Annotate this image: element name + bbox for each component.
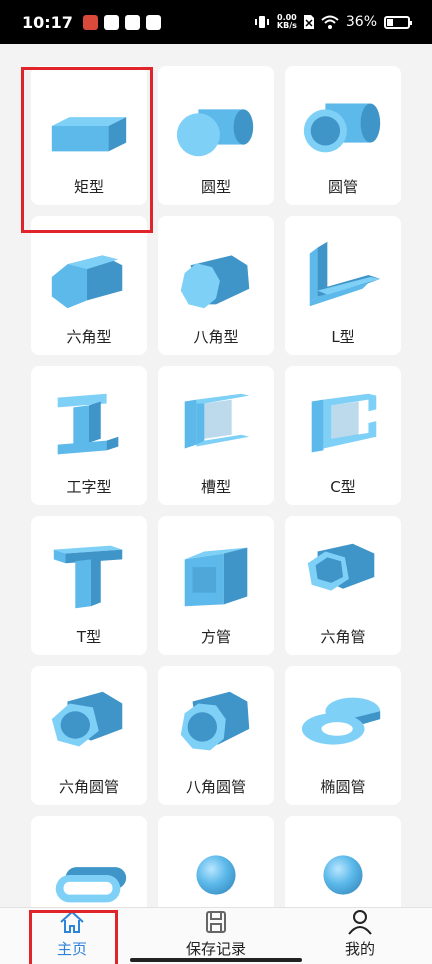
- shape-card-label: 工字型: [66, 478, 112, 496]
- round-tube-icon: [303, 103, 381, 153]
- shape-card-9[interactable]: T型: [31, 516, 147, 655]
- shape-card-2[interactable]: 圆管: [285, 66, 401, 205]
- shape-card-label: 圆管: [327, 178, 358, 196]
- no-sim-icon: [303, 15, 314, 29]
- home-icon: [60, 910, 84, 933]
- shape-card-label: 六角型: [66, 328, 112, 346]
- shape-card-label: 矩型: [73, 178, 104, 196]
- shape-card-label: 六角管: [320, 628, 366, 646]
- i-beam-icon: [57, 393, 119, 455]
- battery-percent: 36%: [345, 14, 377, 30]
- shape-card-label: 八角圆管: [185, 778, 246, 796]
- shape-card-label: L型: [331, 328, 355, 346]
- shape-card-1[interactable]: 圆型: [158, 66, 274, 205]
- shape-card-8[interactable]: C型: [285, 366, 401, 505]
- square-tube-icon: [184, 547, 248, 607]
- shape-card-label: 八角型: [193, 328, 239, 346]
- notification-icons: [82, 14, 161, 30]
- hexagon-bar-icon: [51, 255, 123, 309]
- user-icon: [348, 910, 372, 935]
- wifi-icon: [321, 15, 339, 29]
- shape-card-12[interactable]: 六角圆管: [31, 666, 147, 805]
- nav-mine-label: 我的: [344, 940, 375, 958]
- shape-card-label: T型: [76, 628, 102, 646]
- nav-records-label: 保存记录: [185, 940, 246, 958]
- network-speed: 0.00 KB/s: [277, 14, 297, 30]
- mail-notification-icon: [103, 14, 119, 30]
- shape-card-11[interactable]: 六角管: [285, 516, 401, 655]
- network-speed-unit: KB/s: [276, 21, 297, 30]
- round-bar-icon: [176, 109, 254, 157]
- nav-mine[interactable]: 我的: [288, 908, 432, 964]
- battery-icon: [384, 15, 412, 29]
- battery-fill: [387, 18, 394, 26]
- status-right: 0.00 KB/s 36%: [254, 14, 412, 30]
- shape-card-14[interactable]: 椭圆管: [285, 666, 401, 805]
- shape-grid: 矩型 圆型 圆管六角型 八角型 L型工字型 槽型 C型 T型 方管 六角管六角圆管 八角圆管 椭圆管: [31, 66, 401, 955]
- home-indicator: [130, 958, 302, 962]
- c-profile-icon: [311, 393, 377, 453]
- nav-home[interactable]: 主页: [0, 908, 144, 964]
- shape-card-label: C型: [330, 478, 356, 496]
- hexagon-round-tube-icon: [51, 691, 123, 747]
- bottom-nav: 主页 保存记录 我的: [0, 907, 432, 964]
- nav-home-label: 主页: [56, 940, 87, 958]
- status-bar: 10:17 0.00 KB/s 36%: [0, 0, 432, 44]
- t-profile-icon: [53, 545, 123, 609]
- shape-card-label: 椭圆管: [320, 778, 366, 796]
- save-icon: [206, 911, 226, 933]
- l-profile-icon: [309, 241, 381, 307]
- shape-card-label: 六角圆管: [58, 778, 119, 796]
- link-notification-icon: [124, 14, 140, 30]
- vibrate-icon: [254, 16, 269, 28]
- calendar-notification-icon: [145, 14, 161, 30]
- octagon-bar-icon: [180, 255, 250, 309]
- shape-card-7[interactable]: 槽型: [158, 366, 274, 505]
- rectangle-bar-icon: [51, 117, 127, 152]
- app-notification-icon: [82, 14, 98, 30]
- shape-card-10[interactable]: 方管: [158, 516, 274, 655]
- hexagon-tube-icon: [307, 543, 375, 591]
- shape-card-6[interactable]: 工字型: [31, 366, 147, 505]
- channel-icon: [184, 393, 250, 449]
- shape-card-13[interactable]: 八角圆管: [158, 666, 274, 805]
- shape-card-0[interactable]: 矩型: [31, 66, 147, 205]
- shape-card-label: 圆型: [200, 178, 231, 196]
- shape-card-5[interactable]: L型: [285, 216, 401, 355]
- shape-card-label: 方管: [200, 628, 231, 646]
- oval-tube-icon: [301, 697, 381, 745]
- nav-records[interactable]: 保存记录: [144, 908, 288, 964]
- status-time: 10:17: [22, 12, 73, 32]
- shape-card-4[interactable]: 八角型: [158, 216, 274, 355]
- shape-card-3[interactable]: 六角型: [31, 216, 147, 355]
- octagon-round-tube-icon: [180, 691, 250, 751]
- shape-card-label: 槽型: [200, 478, 231, 496]
